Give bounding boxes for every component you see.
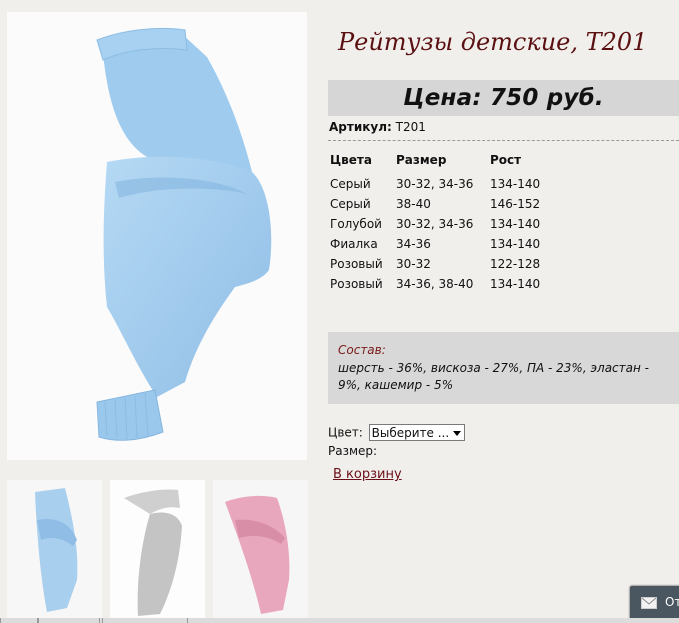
price-banner: Цена: 750 руб. — [328, 80, 679, 116]
sku-line: Артикул: Т201 — [329, 120, 426, 134]
cell-color: Серый — [330, 197, 371, 211]
color-select-value: Выберите ... — [371, 426, 450, 440]
variants-table: Цвета Размер Рост Серый 30-32, 34-36 134… — [328, 153, 552, 294]
main-product-photo[interactable] — [7, 12, 307, 460]
variants-header-row: Цвета Размер Рост — [328, 153, 552, 174]
thumbnail-blue[interactable] — [7, 480, 102, 620]
thumbnail-blue-image — [35, 488, 78, 612]
chevron-down-icon — [452, 431, 461, 436]
sku-value: Т201 — [395, 120, 426, 134]
dashed-separator — [328, 140, 679, 141]
color-label: Цвет: — [328, 425, 363, 440]
thumbnail-pink-image — [225, 495, 290, 614]
table-row: Розовый 34-36, 38-40 134-140 — [328, 274, 552, 294]
status-bar-segment — [38, 618, 100, 623]
chat-button[interactable]: От — [630, 586, 679, 620]
cell-size: 38-40 — [396, 197, 431, 211]
size-option-row: Размер: — [328, 444, 377, 458]
cell-height: 134-140 — [490, 217, 541, 231]
cell-size: 30-32, 34-36 — [396, 217, 474, 231]
cell-color: Розовый — [330, 277, 383, 291]
sku-label: Артикул: — [329, 120, 392, 134]
table-row: Фиалка 34-36 134-140 — [328, 234, 552, 254]
add-to-cart-link[interactable]: В корзину — [333, 467, 402, 482]
color-option-row: Цвет: Выберите ... — [328, 424, 465, 441]
cell-size: 34-36, 38-40 — [396, 277, 474, 291]
header-size: Размер — [396, 153, 447, 167]
chat-button-label: От — [665, 595, 679, 609]
cell-size: 30-32, 34-36 — [396, 177, 474, 191]
cell-height: 122-128 — [490, 257, 541, 271]
table-row: Серый 38-40 146-152 — [328, 194, 552, 214]
cell-height: 134-140 — [490, 277, 541, 291]
cell-color: Серый — [330, 177, 371, 191]
leggings-image — [96, 28, 272, 441]
header-height: Рост — [490, 153, 522, 167]
header-colors: Цвета — [330, 153, 372, 167]
cell-height: 134-140 — [490, 237, 541, 251]
table-row: Серый 30-32, 34-36 134-140 — [328, 174, 552, 194]
composition-label: Состав: — [338, 343, 386, 357]
color-select[interactable]: Выберите ... — [368, 424, 465, 441]
price-text: Цена: 750 руб. — [403, 85, 604, 111]
composition-text: шерсть - 36%, вискоза - 27%, ПА - 23%, э… — [338, 361, 649, 392]
product-title: Рейтузы детские, Т201 — [338, 28, 648, 56]
table-row: Розовый 30-32 122-128 — [328, 254, 552, 274]
composition-box: Состав: шерсть - 36%, вискоза - 27%, ПА … — [328, 332, 679, 404]
status-bar-segment — [102, 618, 188, 623]
table-row: Голубой 30-32, 34-36 134-140 — [328, 214, 552, 234]
cell-color: Розовый — [330, 257, 383, 271]
size-label: Размер: — [328, 444, 378, 458]
cell-color: Фиалка — [330, 237, 378, 251]
cell-height: 146-152 — [490, 197, 541, 211]
status-bar-segment — [0, 618, 38, 623]
cell-color: Голубой — [330, 217, 382, 231]
status-bar — [0, 618, 679, 623]
cell-size: 30-32 — [396, 257, 431, 271]
envelope-icon — [641, 597, 657, 609]
thumbnail-grey-image — [124, 489, 182, 616]
thumbnail-pink[interactable] — [213, 480, 308, 620]
cell-size: 34-36 — [396, 237, 431, 251]
cell-height: 134-140 — [490, 177, 541, 191]
thumbnail-grey[interactable] — [110, 480, 205, 620]
